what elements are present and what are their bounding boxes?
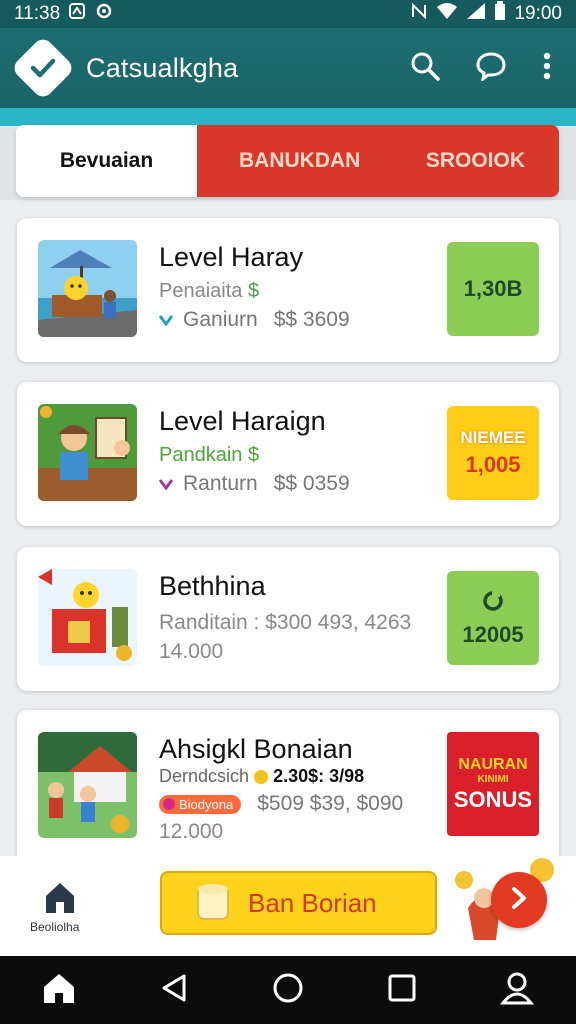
tab-srooiok[interactable]: SROOIOK [382,125,559,197]
recents-nav-icon[interactable] [388,974,416,1007]
card-4-tag: Biodyona [159,794,242,814]
status-time-right: 19:00 [514,3,562,24]
card-1-subtitle: Penaiaita $ [159,280,260,302]
promo-button-label: Ban Borian [248,887,377,918]
account-nav-icon[interactable] [499,971,535,1010]
card-1-meta: Ganiurn $$ 3609 [158,308,350,332]
card-1-thumbnail [38,240,137,337]
more-options-icon[interactable] [542,51,552,86]
card-4-line-2: 12.000 [159,820,224,843]
nfc-icon [410,2,428,26]
card-1-title: Level Haray [159,242,304,272]
card-4-meta: Biodyona $509 $39, $090 [159,792,403,816]
home-tab-label[interactable]: Beoliolha [30,920,79,934]
card-4-badge[interactable]: NAURAN KINIMI SONUS [447,732,539,836]
star-icon [163,798,175,810]
list-item-card-2[interactable]: Level Haraign Pandkain $ Ranturn $$ 0359… [17,382,559,526]
card-3-line-1: Randitain : $300 493, 4263 [159,611,412,634]
tab-bevuaian[interactable]: Bevuaian [16,125,197,197]
cup-icon [196,881,230,926]
list-item-card-4[interactable]: Ahsigkl Bonaian Derndcsich 2.30$: 3/98 B… [17,710,559,870]
list-item-card-1[interactable]: Level Haray Penaiaita $ Ganiurn $$ 3609 … [17,218,559,362]
card-4-subtitle: Derndcsich 2.30$: 3/98 [159,766,365,786]
heart-icon [158,472,174,496]
promo-button[interactable]: Ban Borian [160,871,437,935]
next-arrow-button[interactable] [491,872,547,928]
chevron-right-icon [509,886,529,915]
coin-icon [254,770,269,785]
card-4-thumbnail [38,732,137,838]
wifi-icon [436,2,458,26]
card-2-title: Level Haraign [159,406,326,436]
status-bar: 11:38 19:00 [0,0,576,28]
app-bar: Catsualkgha [0,28,576,108]
system-navigation-bar [0,956,576,1024]
card-3-title: Bethhina [159,571,266,601]
sync-icon [94,2,114,26]
home-nav-icon[interactable] [42,972,76,1009]
home-tab-icon[interactable] [44,880,76,919]
status-time-left: 11:38 [14,3,61,24]
chat-icon[interactable] [476,51,506,86]
app-title: Catsualkgha [86,52,239,83]
home-circle-nav-icon[interactable] [272,972,304,1009]
refresh-icon [481,589,505,618]
app-logo [10,35,76,101]
card-3-line-2: 14.000 [159,640,224,663]
card-2-meta: Ranturn $$ 0359 [158,472,350,496]
coin-icon: $ [247,280,260,302]
back-nav-icon[interactable] [160,973,188,1008]
heart-icon [158,308,174,332]
tab-bar: Bevuaian BANUKDAN SROOIOK [16,125,559,197]
signal-icon [466,2,486,26]
card-1-badge[interactable]: 1,30B [447,242,539,336]
card-2-thumbnail [38,404,137,501]
card-4-title: Ahsigkl Bonaian [159,734,353,764]
notification-icon [68,2,86,26]
card-3-thumbnail [38,569,137,666]
card-2-subtitle: Pandkain $ [159,444,260,466]
card-3-badge[interactable]: 12005 [447,571,539,665]
tab-banukdan[interactable]: BANUKDAN [197,125,382,197]
battery-icon [494,1,506,27]
list-item-card-3[interactable]: Bethhina Randitain : $300 493, 4263 14.0… [17,547,559,691]
card-2-badge[interactable]: NIEMEE 1,005 [447,406,539,500]
coin-icon: $ [247,444,260,466]
search-icon[interactable] [410,51,440,86]
